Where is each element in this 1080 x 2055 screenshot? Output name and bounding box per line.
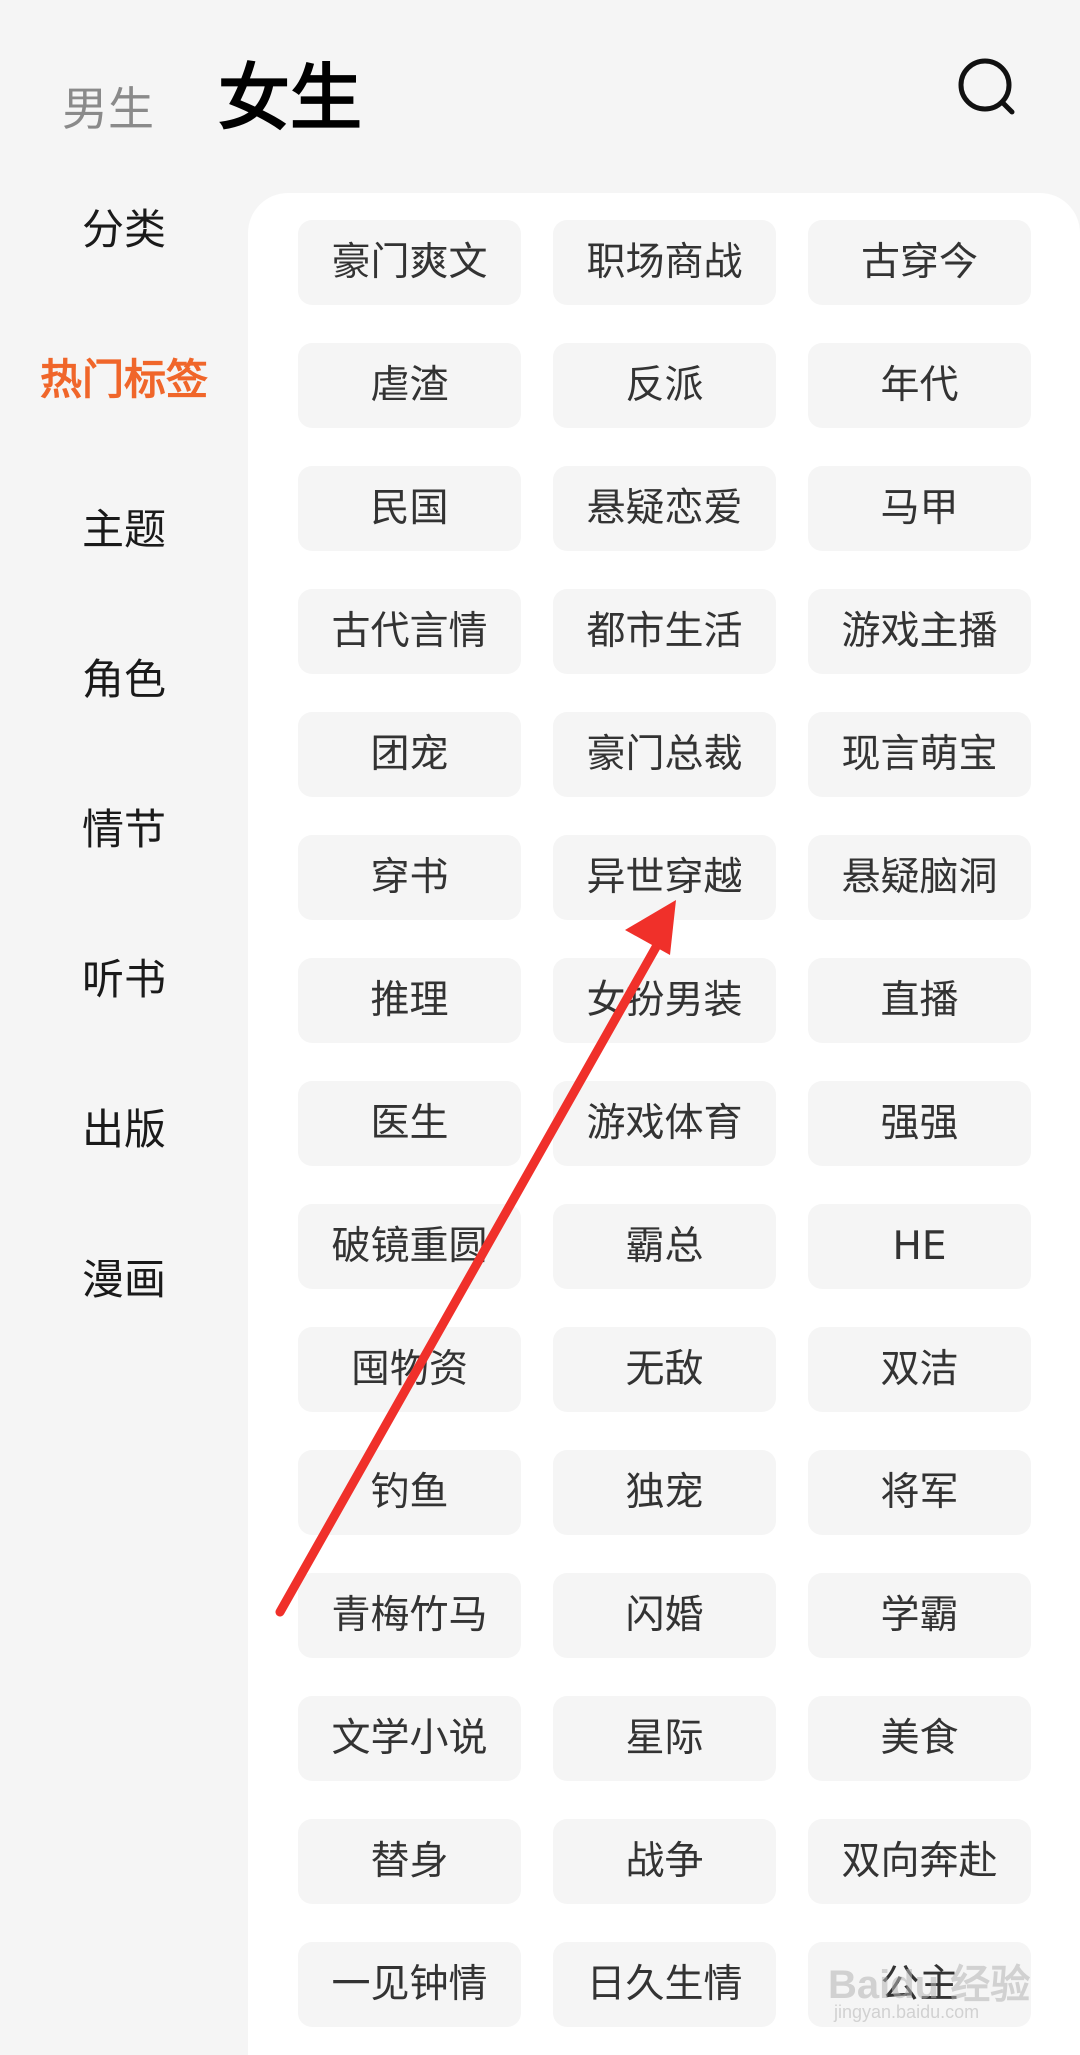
tag-chip[interactable]: 双洁 (808, 1327, 1031, 1412)
tag-chip[interactable]: 钓鱼 (298, 1450, 521, 1535)
tag-chip[interactable]: 无敌 (553, 1327, 776, 1412)
tab-female[interactable]: 女生 (218, 62, 362, 134)
tag-chip[interactable]: 游戏主播 (808, 589, 1031, 674)
sidebar-item[interactable]: 漫画 (0, 1240, 248, 1320)
tag-chip[interactable]: 闪婚 (553, 1573, 776, 1658)
tag-chip[interactable]: 公主 (808, 1942, 1031, 2027)
tag-chip[interactable]: 悬疑恋爱 (553, 466, 776, 551)
tag-chip[interactable]: 职场商战 (553, 220, 776, 305)
tag-chip[interactable]: 青梅竹马 (298, 1573, 521, 1658)
tag-chip[interactable]: 文学小说 (298, 1696, 521, 1781)
tag-chip[interactable]: 民国 (298, 466, 521, 551)
tag-chip[interactable]: 囤物资 (298, 1327, 521, 1412)
tag-chip[interactable]: 年代 (808, 343, 1031, 428)
tag-chip[interactable]: 直播 (808, 958, 1031, 1043)
tag-chip[interactable]: 破镜重圆 (298, 1204, 521, 1289)
tag-chip[interactable]: 异世穿越 (553, 835, 776, 920)
tag-chip[interactable]: 一见钟情 (298, 1942, 521, 2027)
search-icon (958, 58, 1015, 115)
tag-chip[interactable]: 豪门爽文 (298, 220, 521, 305)
tag-chip[interactable]: 学霸 (808, 1573, 1031, 1658)
tag-chip[interactable]: 独宠 (553, 1450, 776, 1535)
tag-grid: 豪门爽文 职场商战 古穿今虐渣 反派 年代民国 悬疑恋爱 马甲古代言情 都市生活 游戏主播团宠豪… (298, 220, 1031, 2027)
tag-chip[interactable]: 都市生活 (553, 589, 776, 674)
sidebar-item[interactable]: 听书 (0, 940, 248, 1020)
tag-chip[interactable]: 马甲 (808, 466, 1031, 551)
tag-chip[interactable]: HE (808, 1204, 1031, 1289)
sidebar-item[interactable]: 主题 (0, 490, 248, 570)
tag-chip[interactable]: 星际 (553, 1696, 776, 1781)
tag-chip[interactable]: 女扮男装 (553, 958, 776, 1043)
tag-chip[interactable]: 团宠 (298, 712, 521, 797)
tag-chip[interactable]: 将军 (808, 1450, 1031, 1535)
tag-chip[interactable]: 古代言情 (298, 589, 521, 674)
tag-chip[interactable]: 战争 (553, 1819, 776, 1904)
tag-chip[interactable]: 强强 (808, 1081, 1031, 1166)
tag-chip[interactable]: 豪门总裁 (553, 712, 776, 797)
tag-chip[interactable]: 游戏体育 (553, 1081, 776, 1166)
sidebar-item[interactable]: 分类 (0, 190, 248, 270)
sidebar-item[interactable]: 出版 (0, 1090, 248, 1170)
search-button[interactable] (956, 56, 1020, 120)
sidebar-item[interactable]: 热门标签 (0, 340, 248, 420)
tag-chip[interactable]: 霸总 (553, 1204, 776, 1289)
tag-chip[interactable]: 推理 (298, 958, 521, 1043)
sidebar-item[interactable]: 角色 (0, 640, 248, 720)
tab-male[interactable]: 男生 (62, 86, 154, 132)
tag-chip[interactable]: 日久生情 (553, 1942, 776, 2027)
tag-chip[interactable]: 古穿今 (808, 220, 1031, 305)
tag-chip[interactable]: 美食 (808, 1696, 1031, 1781)
sidebar-item[interactable]: 情节 (0, 790, 248, 870)
tag-chip[interactable]: 穿书 (298, 835, 521, 920)
tag-chip[interactable]: 医生 (298, 1081, 521, 1166)
tag-chip[interactable]: 双向奔赴 (808, 1819, 1031, 1904)
tag-chip[interactable]: 虐渣 (298, 343, 521, 428)
tag-chip[interactable]: 悬疑脑洞 (808, 835, 1031, 920)
tag-chip[interactable]: 替身 (298, 1819, 521, 1904)
tag-panel: 豪门爽文 职场商战 古穿今虐渣 反派 年代民国 悬疑恋爱 马甲古代言情 都市生活 游戏主播团宠豪… (248, 193, 1080, 2055)
tag-chip[interactable]: 反派 (553, 343, 776, 428)
tag-chip[interactable]: 现言萌宝 (808, 712, 1031, 797)
